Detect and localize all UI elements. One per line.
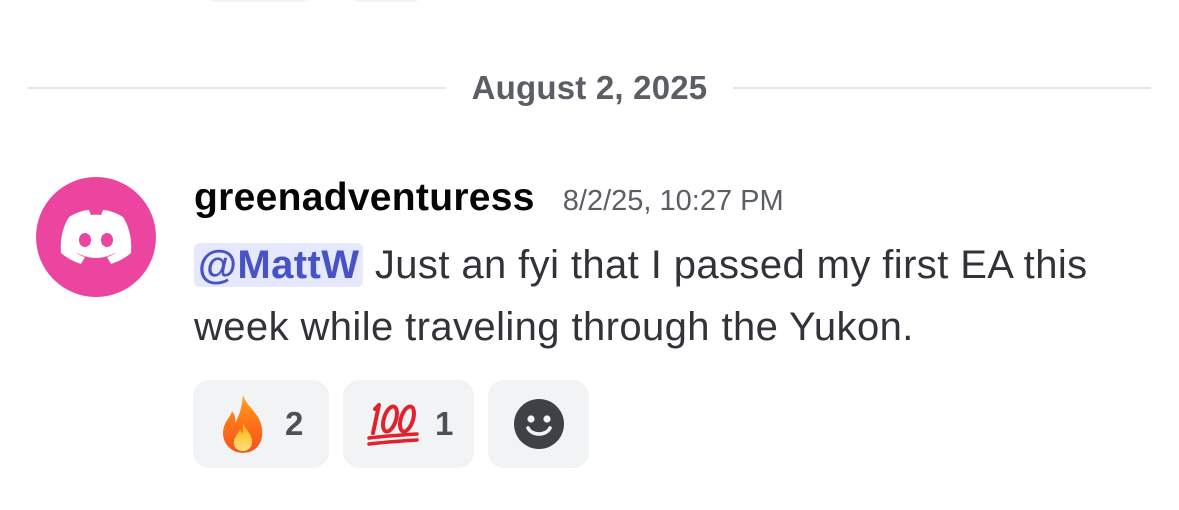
reaction-bar: 2 1 — [193, 380, 589, 468]
author-name[interactable]: greenadventuress — [194, 176, 535, 220]
user-mention[interactable]: @MattW — [194, 243, 364, 287]
reaction-count: 2 — [285, 405, 304, 442]
divider-line — [733, 87, 1151, 89]
reaction-fire[interactable]: 2 — [193, 380, 329, 468]
discord-logo-icon — [60, 210, 132, 264]
fire-icon — [215, 394, 271, 454]
date-divider-label: August 2, 2025 — [471, 69, 708, 106]
add-reaction-button[interactable] — [488, 380, 589, 468]
message-content: @MattW Just an fyi that I passed my firs… — [194, 234, 1154, 358]
message-header: greenadventuress 8/2/25, 10:27 PM — [194, 176, 784, 224]
smiley-face-icon — [513, 399, 564, 449]
reaction-hundred-points[interactable]: 1 — [343, 380, 474, 468]
hundred-points-icon — [365, 394, 421, 454]
message-timestamp: 8/2/25, 10:27 PM — [562, 185, 784, 217]
reaction-count: 1 — [435, 405, 454, 442]
date-divider: August 2, 2025 — [28, 66, 1151, 110]
avatar[interactable] — [36, 177, 156, 297]
previous-reaction-chip[interactable] — [207, 0, 311, 2]
previous-reaction-chip[interactable] — [351, 0, 421, 2]
divider-line — [28, 87, 446, 89]
